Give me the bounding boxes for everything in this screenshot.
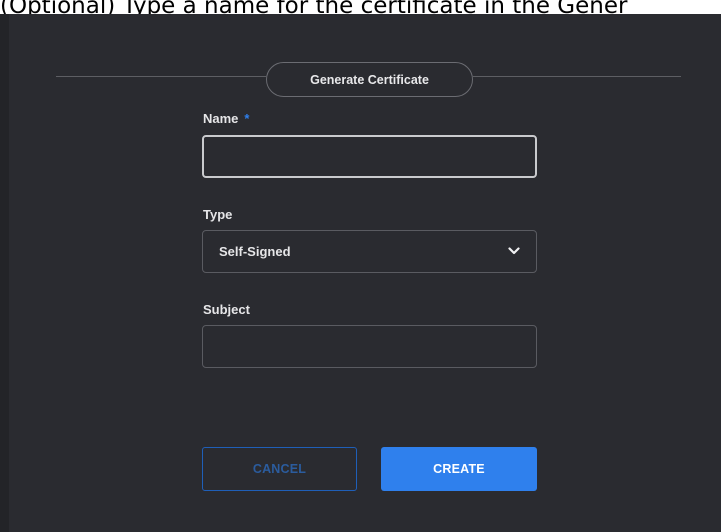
subject-label: Subject bbox=[203, 302, 250, 317]
subject-field[interactable] bbox=[202, 325, 537, 368]
chevron-down-icon bbox=[508, 247, 520, 255]
required-marker: * bbox=[244, 111, 250, 126]
cancel-button[interactable]: CANCEL bbox=[202, 447, 357, 491]
create-button[interactable]: CREATE bbox=[381, 447, 537, 491]
type-select[interactable]: Self-Signed bbox=[202, 230, 537, 273]
name-label-text: Name bbox=[203, 111, 239, 126]
name-field[interactable] bbox=[202, 135, 537, 178]
type-label: Type bbox=[203, 207, 233, 222]
dialog-title: Generate Certificate bbox=[266, 62, 473, 97]
title-divider-left bbox=[56, 76, 266, 77]
name-input[interactable] bbox=[204, 137, 535, 176]
name-label: Name * bbox=[203, 111, 249, 126]
type-selected-value: Self-Signed bbox=[219, 244, 291, 259]
generate-certificate-dialog: Generate Certificate Name * Type Self-Sig… bbox=[0, 14, 721, 532]
left-edge-strip bbox=[0, 14, 9, 532]
subject-input[interactable] bbox=[203, 326, 536, 367]
title-divider-right bbox=[473, 76, 681, 77]
